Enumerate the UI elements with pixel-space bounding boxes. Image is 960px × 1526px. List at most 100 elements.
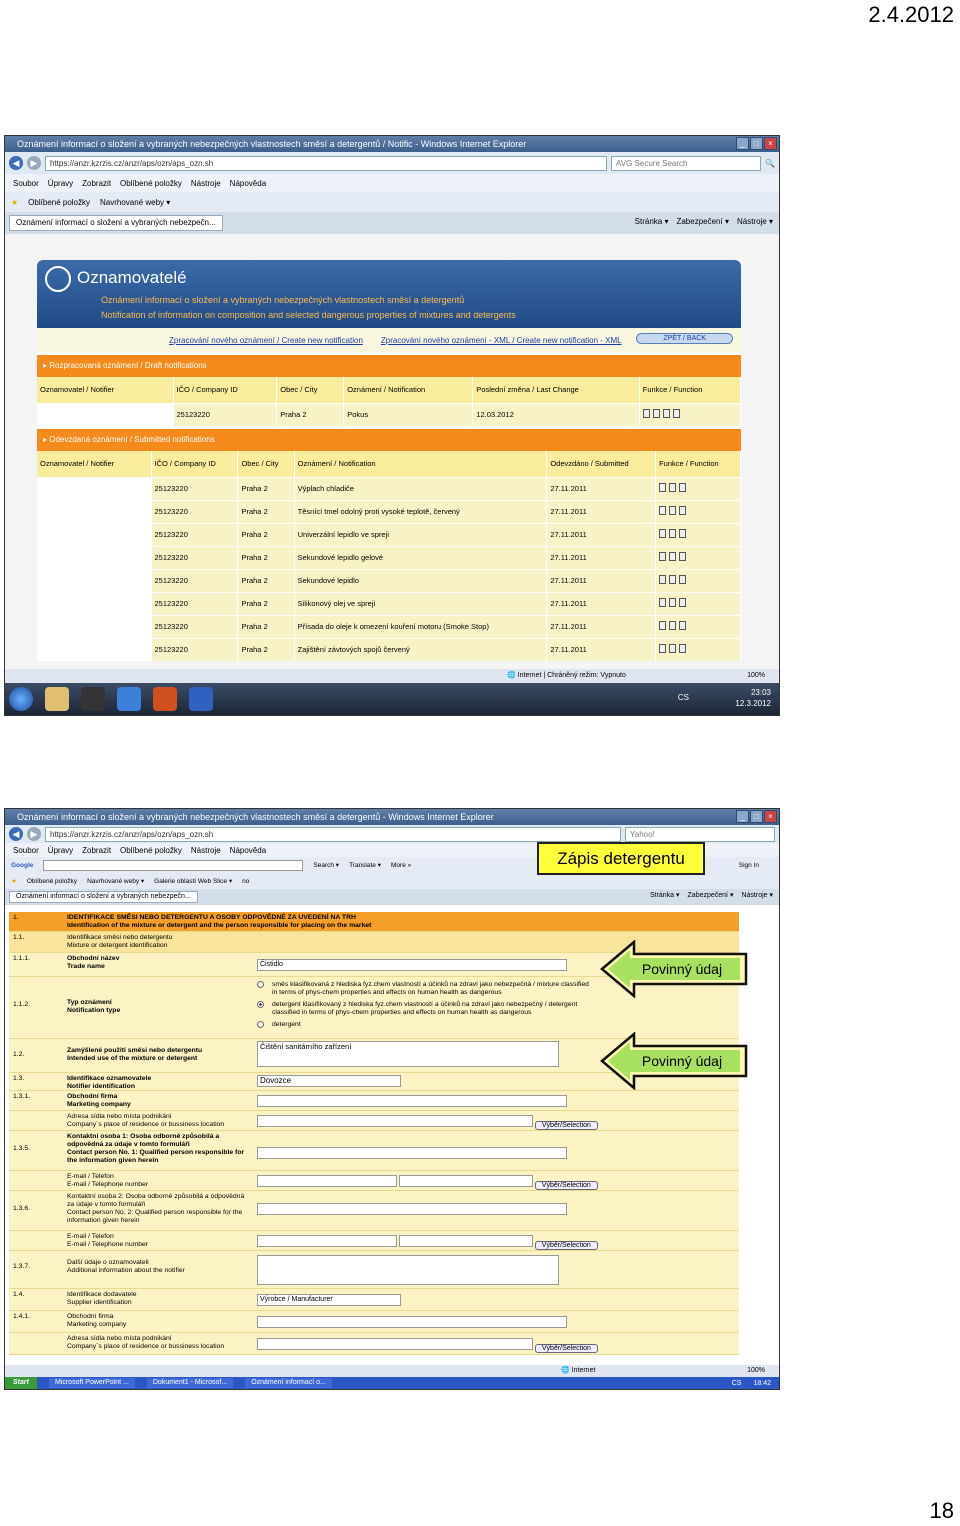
view-icon[interactable] [659,529,667,538]
marketing-company-input[interactable] [257,1095,567,1107]
back-button[interactable]: ZPĚT / BACK [636,333,733,344]
google-search-input[interactable] [43,859,304,871]
view-icon[interactable] [659,483,667,492]
clock[interactable]: 23:03 12.3.2012 [735,687,771,709]
print-icon[interactable] [679,529,687,538]
print-icon[interactable] [679,552,687,561]
minimize-button[interactable]: _ [736,137,749,150]
search-icon[interactable]: 🔍 [765,159,775,168]
menu-item[interactable]: Soubor [13,846,39,855]
maximize-button[interactable]: □ [750,810,763,823]
address-input[interactable] [257,1115,533,1127]
menu-item[interactable]: Zobrazit [82,179,111,188]
forward-icon[interactable]: ▶ [27,827,41,841]
view-icon[interactable] [659,598,667,607]
favorites-item[interactable]: Galerie oblastí Web Slice ▾ [154,877,232,885]
language-indicator[interactable]: CS [732,1380,742,1387]
edit-icon[interactable] [669,621,677,630]
phone-2-input[interactable] [398,1235,533,1247]
taskbar-item[interactable]: Oznámení informací o... [245,1378,332,1388]
forward-icon[interactable]: ▶ [27,156,41,170]
edit-icon[interactable] [669,529,677,538]
notifier-role-select[interactable]: Dovozce [257,1075,401,1087]
email-2-input[interactable] [257,1235,397,1247]
favorites-item[interactable]: no [242,878,249,885]
phone-1-input[interactable] [398,1175,533,1187]
print-icon[interactable] [679,483,687,492]
draft-section-header[interactable]: ▸ Rozpracovaná oznámení / Draft notifica… [37,355,741,377]
favorites-item[interactable]: Navrhované weby ▾ [100,198,170,207]
back-icon[interactable]: ◀ [9,156,23,170]
powerpoint-icon[interactable] [153,687,177,711]
view-icon[interactable] [652,409,660,419]
view-icon[interactable] [659,644,667,654]
browser-tab[interactable]: Oznámení informací o složení a vybraných… [9,891,198,903]
menu-item[interactable]: Soubor [13,179,39,188]
page-menu[interactable]: Stránka ▾ [635,217,669,226]
additional-info-textarea[interactable] [257,1255,559,1285]
supplier-select-button[interactable]: Výběr/Selection [534,1344,598,1353]
favorites-item[interactable]: Navrhované weby ▾ [87,877,144,885]
menu-item[interactable]: Nástroje [191,846,221,855]
edit-icon[interactable] [642,409,650,419]
menu-item[interactable]: Úpravy [48,179,73,188]
security-menu[interactable]: Zabezpečení ▾ [688,891,734,899]
media-player-icon[interactable] [81,687,105,711]
menu-item[interactable]: Nápověda [230,846,266,855]
submitted-section-header[interactable]: ▸ Odevzdaná oznámení / Submitted notific… [37,429,741,451]
close-button[interactable]: × [764,137,777,150]
zoom-level[interactable]: 100% [747,669,765,683]
minimize-button[interactable]: _ [736,810,749,823]
explorer-icon[interactable] [45,687,69,711]
taskbar-item[interactable]: Dokument1 - Microsof... [146,1378,234,1388]
edit-icon[interactable] [669,644,677,654]
menu-item[interactable]: Oblíbené položky [120,846,182,855]
supplier-company-input[interactable] [257,1316,567,1328]
notif-type-radio-mixture[interactable] [257,981,264,988]
menu-item[interactable]: Úpravy [48,846,73,855]
print-icon[interactable] [679,598,687,607]
google-search-button[interactable]: Search ▾ [313,861,339,869]
start-button[interactable]: Start [5,1377,37,1389]
url-input[interactable]: https://anzr.kzrzis.cz/anzr/aps/ozn/aps_… [45,155,608,171]
intended-use-textarea[interactable]: Čištění sanitárního zařízení [257,1041,559,1067]
contact-person-1-input[interactable] [257,1147,567,1159]
supplier-role-select[interactable]: Výrobce / Manufacturer [257,1294,401,1306]
new-notification-link[interactable]: Zpracování nového oznámení / Create new … [169,336,363,345]
menu-item[interactable]: Nástroje [191,179,221,188]
page-menu[interactable]: Stránka ▾ [650,891,680,899]
contact-person-2-input[interactable] [257,1203,567,1215]
edit-icon[interactable] [669,552,677,561]
menu-item[interactable]: Nápověda [230,179,266,188]
ie-icon[interactable] [117,687,141,711]
favorites-item[interactable]: Oblíbené položky [27,878,77,885]
notif-type-radio-detergent[interactable] [257,1021,264,1028]
tools-menu[interactable]: Nástroje ▾ [741,891,773,899]
maximize-button[interactable]: □ [750,137,763,150]
edit-icon[interactable] [669,506,677,515]
print-icon[interactable] [672,409,680,419]
tools-menu[interactable]: Nástroje ▾ [737,217,773,226]
edit-icon[interactable] [669,483,677,492]
view-icon[interactable] [659,575,667,584]
more-button[interactable]: More » [391,862,411,869]
edit-icon[interactable] [669,575,677,584]
address-select-button[interactable]: Výběr/Selection [534,1121,598,1130]
trade-name-input[interactable]: Čistidlo [257,959,567,971]
new-xml-notification-link[interactable]: Zpracování nového oznámení - XML / Creat… [381,336,622,345]
browser-tab[interactable]: Oznámení informací o složení a vybraných… [9,215,223,231]
contact-2-select-button[interactable]: Výběr/Selection [534,1241,598,1250]
security-menu[interactable]: Zabezpečení ▾ [676,217,729,226]
sign-in-link[interactable]: Sign In [739,862,759,869]
view-icon[interactable] [659,506,667,515]
edit-icon[interactable] [669,598,677,607]
delete-icon[interactable] [662,409,670,419]
view-icon[interactable] [659,621,667,630]
clock[interactable]: 18:42 [753,1380,771,1387]
back-icon[interactable]: ◀ [9,827,23,841]
start-orb-icon[interactable] [9,687,33,711]
search-input[interactable]: AVG Secure Search [611,155,762,171]
translate-button[interactable]: Translate ▾ [349,861,381,869]
menu-item[interactable]: Zobrazit [82,846,111,855]
contact-1-select-button[interactable]: Výběr/Selection [534,1181,598,1190]
